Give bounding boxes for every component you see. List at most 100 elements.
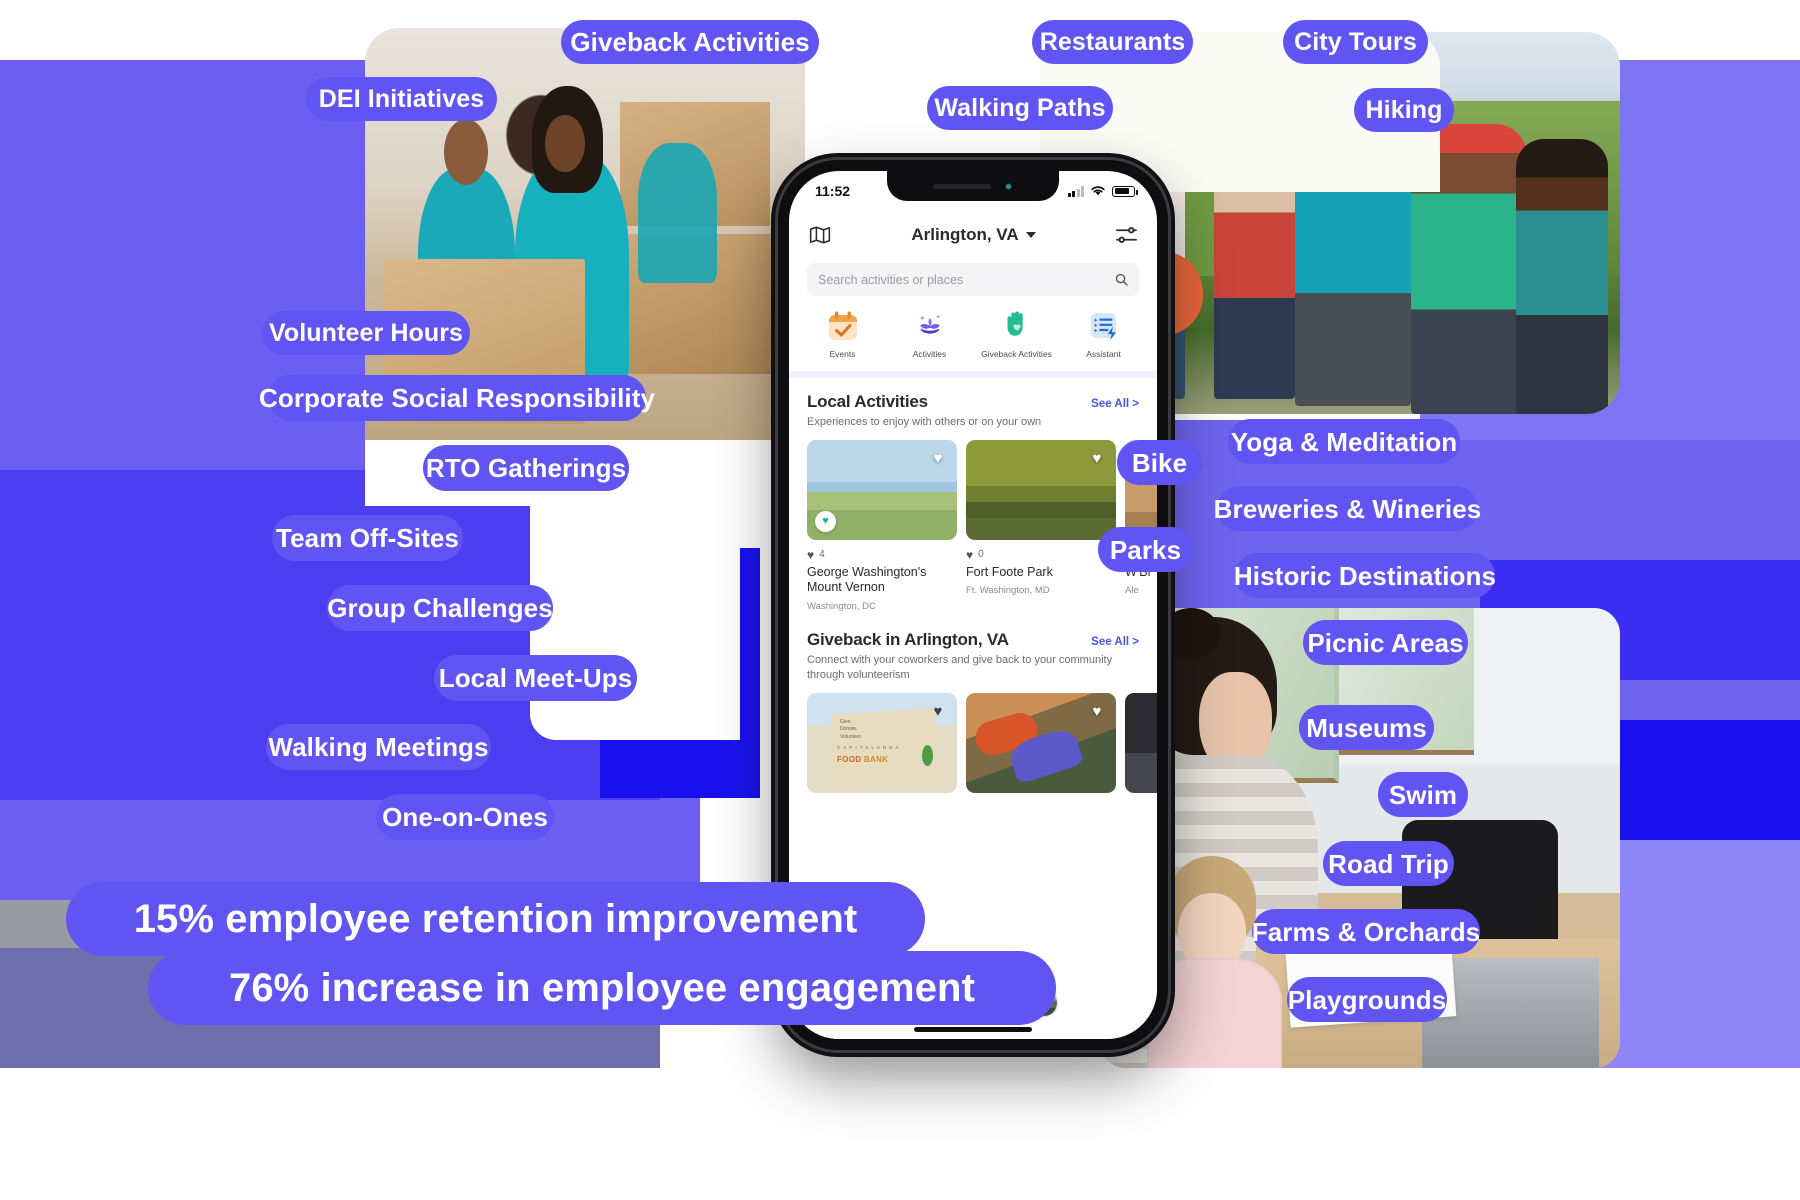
- see-all-link[interactable]: See All >: [1091, 636, 1139, 648]
- giveback-card-row: Give. Donate. Volunteer. C A P I T A L A R…: [807, 692, 1157, 793]
- pill-yoga-meditation: Yoga & Meditation: [1228, 419, 1460, 464]
- quick-tab-activities[interactable]: Activities: [886, 309, 973, 359]
- card-name: George Washington's Mount Vernon: [807, 564, 927, 595]
- home-indicator: [914, 1027, 1032, 1032]
- pill-giveback-activities: Giveback Activities: [561, 20, 819, 64]
- search-placeholder: Search activities or places: [818, 272, 964, 287]
- card-thumbnail: ♥: [1125, 692, 1157, 793]
- card-thumbnail: ♥: [966, 692, 1116, 793]
- pill-picnic-areas: Picnic Areas: [1303, 620, 1468, 665]
- giveback-card[interactable]: Give. Donate. Volunteer. C A P I T A L A R…: [807, 692, 957, 793]
- section-header: Local Activities See All >: [807, 392, 1139, 412]
- quick-tabs: Events Activities Giveback Activities As…: [789, 296, 1157, 371]
- card-thumbnail: ♥: [966, 439, 1116, 540]
- filter-sliders-icon[interactable]: [1116, 226, 1137, 244]
- favorite-heart-icon[interactable]: ♥: [1086, 448, 1108, 470]
- activity-card-row: ♥ ♥ ♥ 4 George Washington's Mount Vernon…: [807, 439, 1157, 613]
- pill-parks: Parks: [1098, 527, 1193, 572]
- favorite-heart-icon[interactable]: ♥: [927, 701, 949, 723]
- section-divider: [789, 371, 1157, 379]
- pill-bike: Bike: [1117, 440, 1202, 485]
- pill-farms-orchards: Farms & Orchards: [1252, 909, 1480, 954]
- hand-heart-icon: [1000, 309, 1034, 343]
- section-header: Giveback in Arlington, VA See All >: [807, 630, 1139, 650]
- card-likes: ♥ 0: [966, 548, 1116, 562]
- giveback-card[interactable]: ♥: [966, 692, 1116, 793]
- like-count: 4: [819, 549, 825, 561]
- sign-kicker: C A P I T A L A R E A: [837, 744, 900, 750]
- section-subtitle: Experiences to enjoy with others or on y…: [807, 416, 1042, 429]
- section-subtitle: Connect with your coworkers and give bac…: [807, 654, 1113, 681]
- favorite-heart-icon[interactable]: ♥: [927, 448, 949, 470]
- card-location: Washington, DC: [807, 601, 876, 613]
- section-title: Giveback in Arlington, VA: [807, 630, 1009, 650]
- see-all-link[interactable]: See All >: [1091, 398, 1139, 410]
- bg-wash-bottom: [0, 1068, 1800, 1200]
- pill-breweries-wineries: Breweries & Wineries: [1214, 486, 1481, 531]
- pill-corporate-social-responsibility: Corporate Social Responsibility: [259, 375, 655, 421]
- search-input[interactable]: Search activities or places: [807, 263, 1139, 296]
- pill-swim: Swim: [1378, 772, 1468, 817]
- pill-road-trip: Road Trip: [1323, 841, 1454, 886]
- pill-15-employee-retention-improvement: 15% employee retention improvement: [66, 882, 925, 956]
- sign-main-text: FOOD BANK: [837, 754, 889, 764]
- chevron-down-icon: [1025, 232, 1036, 238]
- signal-bars-icon: [1067, 185, 1084, 197]
- card-location: Ft. Washington, MD: [966, 585, 1050, 597]
- map-icon[interactable]: [809, 226, 831, 244]
- quick-tab-events[interactable]: Events: [799, 309, 886, 359]
- quick-tab-label: Events: [829, 349, 856, 359]
- card-likes: ♥ 4: [807, 548, 957, 562]
- checklist-bolt-icon: [1087, 309, 1121, 343]
- sign-small-text: Give. Donate. Volunteer.: [840, 718, 863, 740]
- pill-playgrounds: Playgrounds: [1287, 977, 1447, 1022]
- card-thumbnail: Give. Donate. Volunteer. C A P I T A L A R…: [807, 692, 957, 793]
- activity-card[interactable]: ♥ ♥ ♥ 4 George Washington's Mount Vernon…: [807, 439, 957, 613]
- quick-tab-label: Giveback Activities: [981, 349, 1052, 359]
- card-thumbnail: ♥ ♥: [807, 439, 957, 540]
- leaf-icon: [922, 744, 933, 766]
- heart-icon: ♥: [966, 547, 974, 562]
- quick-tab-giveback[interactable]: Giveback Activities: [973, 309, 1060, 359]
- app-header: Arlington, VA: [789, 213, 1157, 253]
- quick-tab-label: Assistant: [1086, 349, 1121, 359]
- pill-rto-gatherings: RTO Gatherings: [423, 445, 629, 491]
- calendar-check-icon: [826, 309, 860, 343]
- pill-team-off-sites: Team Off-Sites: [272, 515, 463, 561]
- pill-76-increase-in-employee-engagement: 76% increase in employee engagement: [148, 951, 1056, 1025]
- activity-card[interactable]: ♥ ♥ 0 Fort Foote Park Ft. Washington, MD: [966, 439, 1116, 612]
- pill-dei-initiatives: DEI Initiatives: [306, 77, 497, 121]
- favorite-heart-icon[interactable]: ♥: [1086, 701, 1108, 723]
- section-title: Local Activities: [807, 392, 928, 412]
- card-name: Fort Foote Park: [966, 564, 1053, 579]
- quick-tab-label: Activities: [912, 349, 947, 359]
- like-count: 0: [978, 549, 984, 561]
- location-selector[interactable]: Arlington, VA: [911, 225, 1036, 245]
- giveback-card[interactable]: ♥: [1125, 692, 1157, 793]
- status-time: 11:52: [815, 183, 851, 199]
- promo-collage: 11:52 Arlington, VA Search activities or…: [0, 0, 1800, 1200]
- lotus-sparkle-icon: [913, 309, 947, 343]
- location-label: Arlington, VA: [911, 225, 1019, 244]
- card-location: Ale: [1125, 585, 1139, 597]
- section-local-activities: Local Activities See All > Experiences t…: [789, 378, 1157, 612]
- pill-hiking: Hiking: [1354, 88, 1454, 132]
- pill-volunteer-hours: Volunteer Hours: [262, 311, 470, 355]
- pill-group-challenges: Group Challenges: [327, 585, 553, 631]
- pill-historic-destinations: Historic Destinations: [1234, 553, 1496, 598]
- speaker-icon: [932, 183, 991, 189]
- pill-local-meet-ups: Local Meet-Ups: [434, 655, 637, 701]
- pill-one-on-ones: One-on-Ones: [376, 794, 554, 840]
- pill-museums: Museums: [1299, 705, 1434, 750]
- pill-walking-paths: Walking Paths: [927, 86, 1113, 130]
- wifi-icon: [1091, 186, 1105, 196]
- heart-icon: ♥: [807, 547, 815, 562]
- quick-tab-assistant[interactable]: Assistant: [1060, 309, 1147, 359]
- search-icon: [1115, 273, 1128, 286]
- battery-icon: [1112, 185, 1138, 197]
- section-giveback: Giveback in Arlington, VA See All > Conn…: [789, 612, 1157, 793]
- status-indicators: [1067, 183, 1138, 197]
- favorite-heart-icon[interactable]: ♥: [1153, 701, 1157, 723]
- saved-badge-icon: ♥: [815, 510, 836, 532]
- pill-restaurants: Restaurants: [1032, 20, 1193, 64]
